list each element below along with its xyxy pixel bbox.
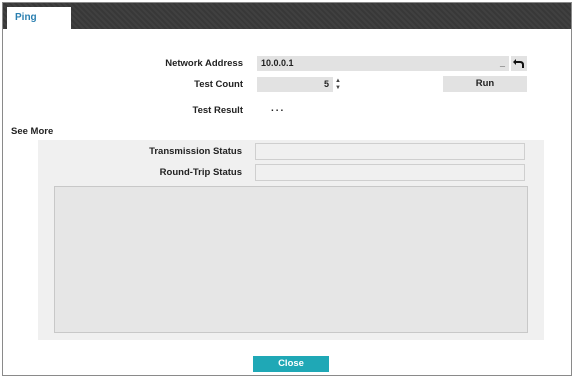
- text-cursor: _: [499, 58, 505, 68]
- round-trip-status-label: Round-Trip Status: [159, 167, 242, 178]
- tab-bar: Ping: [3, 3, 571, 29]
- run-button[interactable]: Run: [443, 76, 527, 92]
- transmission-status-label: Transmission Status: [149, 146, 242, 157]
- undo-arrow-icon: [513, 59, 524, 68]
- test-count-stepper[interactable]: ▲ ▼: [333, 77, 343, 92]
- ping-dialog: Ping Network Address 10.0.0.1 _ Test Cou…: [2, 2, 572, 376]
- undo-button[interactable]: [511, 56, 527, 71]
- close-button[interactable]: Close: [253, 356, 329, 372]
- network-address-value: 10.0.0.1: [261, 58, 294, 68]
- see-more-title: See More: [11, 126, 54, 137]
- test-result-value: ...: [271, 103, 286, 114]
- test-result-label: Test Result: [192, 105, 243, 116]
- tab-ping[interactable]: Ping: [7, 7, 71, 29]
- network-address-label: Network Address: [165, 58, 243, 69]
- test-count-label: Test Count: [194, 79, 243, 90]
- transmission-status-field: [255, 143, 525, 160]
- triangle-down-icon[interactable]: ▼: [335, 85, 341, 92]
- see-more-panel: Transmission Status Round-Trip Status: [38, 140, 544, 340]
- triangle-up-icon[interactable]: ▲: [335, 78, 341, 85]
- ping-log-area[interactable]: [54, 186, 528, 333]
- test-count-value: 5: [323, 79, 329, 89]
- network-address-field[interactable]: 10.0.0.1 _: [257, 56, 509, 71]
- round-trip-status-field: [255, 164, 525, 181]
- test-count-field[interactable]: 5: [257, 77, 333, 92]
